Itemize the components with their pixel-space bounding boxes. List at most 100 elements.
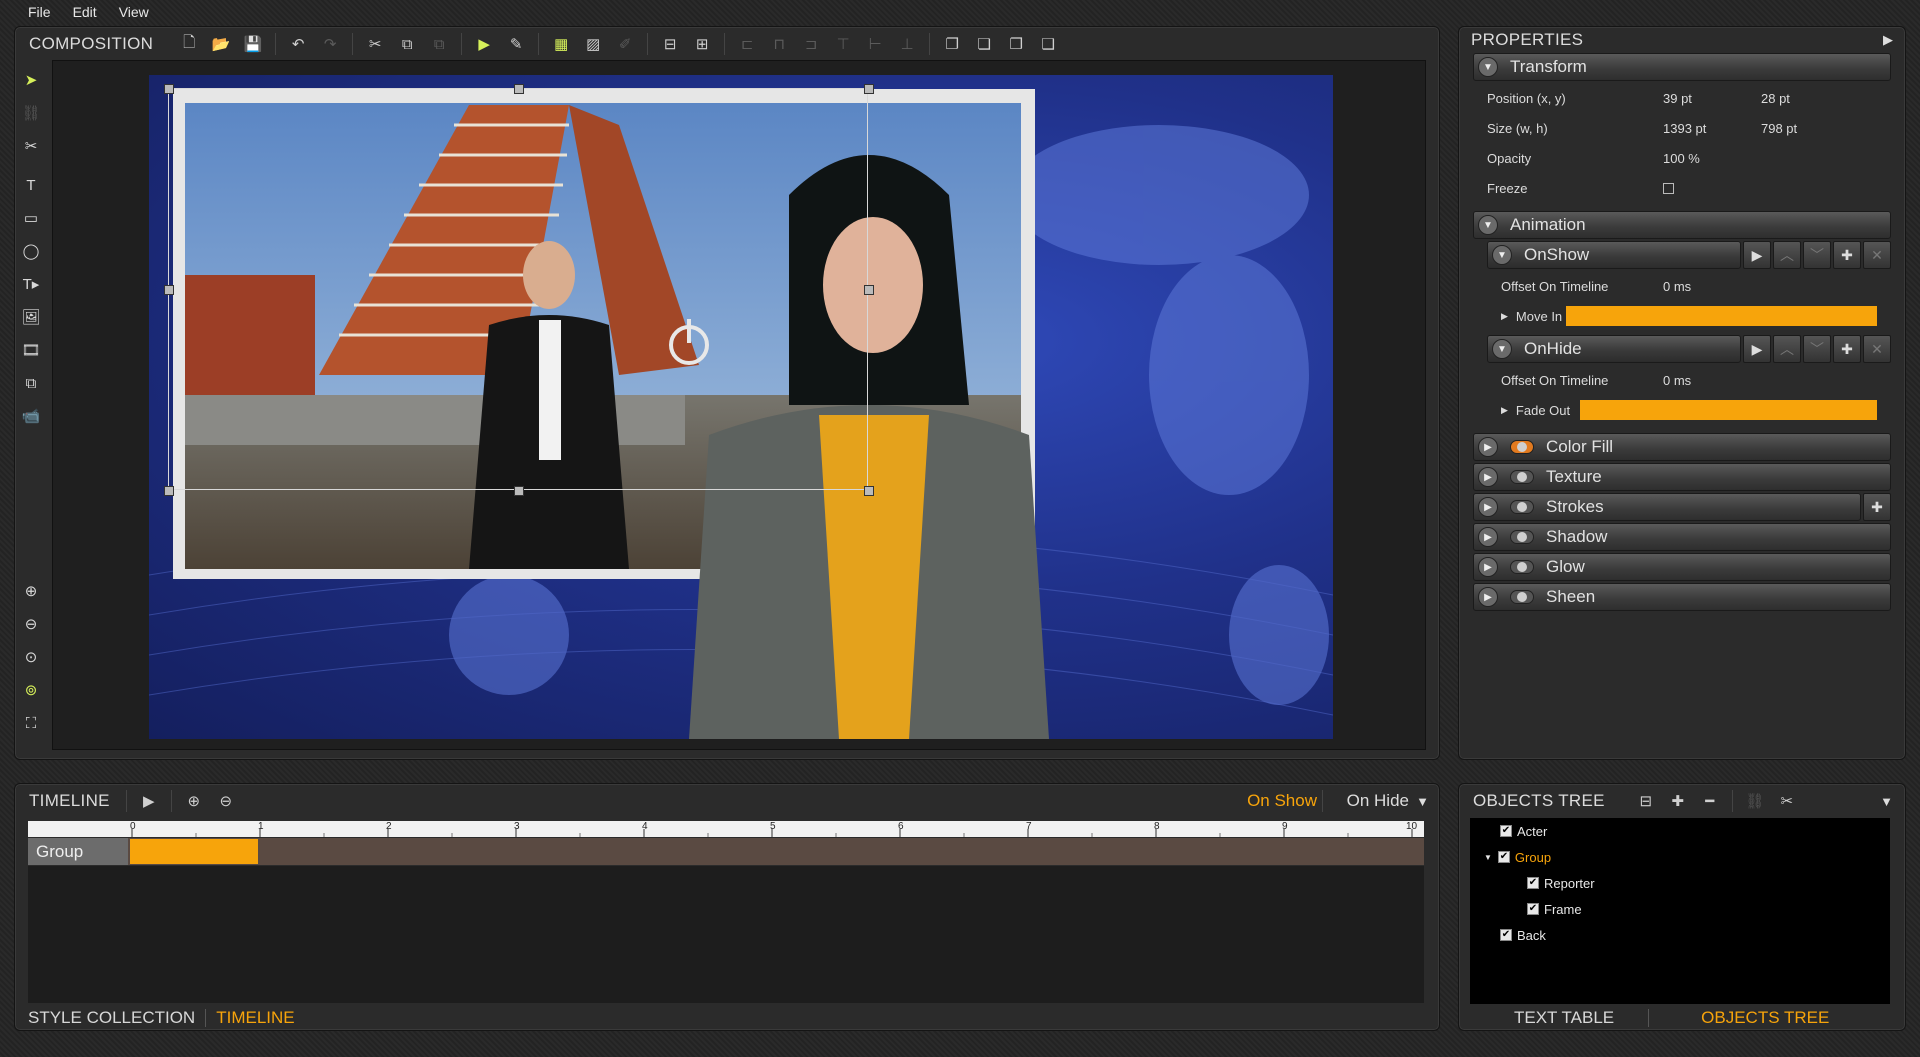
animation-section[interactable]: ▼ Animation <box>1473 211 1891 239</box>
style-collection-tab[interactable]: STYLE COLLECTION <box>28 1008 195 1028</box>
move-up-icon[interactable]: ︿ <box>1773 335 1801 363</box>
remove-icon[interactable]: ✕ <box>1863 335 1891 363</box>
link-icon[interactable]: ⛓ <box>1744 790 1766 812</box>
track-segment[interactable] <box>130 839 258 864</box>
pointer-icon[interactable]: ➤ <box>16 68 46 92</box>
send-backward-icon[interactable]: ❑ <box>1037 33 1059 55</box>
fade-out-bar[interactable] <box>1580 400 1877 420</box>
tree-item-frame[interactable]: ✔ Frame <box>1527 899 1582 919</box>
resize-handle-e[interactable] <box>864 285 874 295</box>
fit-icon[interactable]: ⊞ <box>691 33 713 55</box>
fit-screen-icon[interactable]: ⛶ <box>16 711 46 735</box>
move-in-row[interactable]: ▶ Move In <box>1473 301 1891 331</box>
visibility-checkbox[interactable]: ✔ <box>1527 877 1539 889</box>
move-down-icon[interactable]: ﹀ <box>1803 335 1831 363</box>
objects-tree-tab[interactable]: OBJECTS TREE <box>1701 1008 1829 1028</box>
visibility-checkbox[interactable]: ✔ <box>1500 825 1512 837</box>
toggle-icon[interactable] <box>1510 470 1534 484</box>
unlink-icon[interactable]: ✂ <box>1776 790 1798 812</box>
move-down-icon[interactable]: ﹀ <box>1803 241 1831 269</box>
copy-icon[interactable]: ⧉ <box>396 33 418 55</box>
visibility-checkbox[interactable]: ✔ <box>1497 851 1510 863</box>
add-icon[interactable]: ✚ <box>1833 241 1861 269</box>
cut-icon[interactable]: ✂ <box>364 33 386 55</box>
zoom-in-icon[interactable]: ⊕ <box>16 579 46 603</box>
canvas-viewport[interactable] <box>52 60 1426 750</box>
text-icon[interactable]: T <box>16 173 46 197</box>
toggle-icon[interactable] <box>1510 590 1534 604</box>
zoom-fit-icon[interactable]: ⊙ <box>16 645 46 669</box>
visibility-checkbox[interactable]: ✔ <box>1527 903 1539 915</box>
objects-tree[interactable]: ✔ Acter ▼ ✔ Group ✔ Reporter ✔ Frame ✔ B… <box>1470 818 1890 1004</box>
save-icon[interactable]: 💾 <box>242 33 264 55</box>
expand-icon[interactable]: ▼ <box>1484 853 1492 862</box>
zoom-out-icon[interactable]: ⊖ <box>16 612 46 636</box>
color-fill-section[interactable]: ▶ Color Fill <box>1473 433 1891 461</box>
freeze-checkbox[interactable] <box>1663 182 1674 194</box>
add-stroke-icon[interactable]: ✚ <box>1863 493 1891 521</box>
align-right-icon[interactable]: ⊐ <box>800 33 822 55</box>
resize-handle-sw[interactable] <box>164 486 174 496</box>
move-in-bar[interactable] <box>1566 306 1877 326</box>
bring-forward-icon[interactable]: ❒ <box>1005 33 1027 55</box>
fade-out-row[interactable]: ▶ Fade Out <box>1473 395 1891 425</box>
paste-icon[interactable]: ⧉ <box>428 33 450 55</box>
on-show-tab[interactable]: On Show <box>1247 791 1317 811</box>
shadow-section[interactable]: ▶ Shadow <box>1473 523 1891 551</box>
edit-icon[interactable]: ✎ <box>505 33 527 55</box>
toggle-icon[interactable] <box>1510 440 1534 454</box>
timeline-ruler[interactable]: 0 1 2 3 4 5 6 7 8 9 10 <box>28 821 1424 837</box>
add-icon[interactable]: ✚ <box>1833 335 1861 363</box>
zoom-in-icon[interactable]: ⊕ <box>183 790 205 812</box>
text-table-icon[interactable]: ⊟ <box>1635 790 1657 812</box>
menu-edit[interactable]: Edit <box>73 4 97 20</box>
add-icon[interactable]: ✚ <box>1667 790 1689 812</box>
align-top-icon[interactable]: ⊤ <box>832 33 854 55</box>
transform-section[interactable]: ▼ Transform <box>1473 53 1891 81</box>
on-hide-tab[interactable]: On Hide <box>1347 791 1409 811</box>
toggle-icon[interactable] <box>1510 560 1534 574</box>
scene-preview[interactable] <box>149 75 1333 739</box>
align-center-icon[interactable]: ⊓ <box>768 33 790 55</box>
text-table-tab[interactable]: TEXT TABLE <box>1514 1008 1614 1028</box>
position-x-field[interactable]: 39 pt <box>1663 91 1761 106</box>
menu-file[interactable]: File <box>28 4 51 20</box>
image-icon[interactable]: ▦ <box>550 33 572 55</box>
align-left-icon[interactable]: ⊏ <box>736 33 758 55</box>
undo-icon[interactable]: ↶ <box>287 33 309 55</box>
timeline-tab[interactable]: TIMELINE <box>216 1008 294 1028</box>
play-icon[interactable]: ▶ <box>138 790 160 812</box>
visibility-checkbox[interactable]: ✔ <box>1500 929 1512 941</box>
menu-view[interactable]: View <box>119 4 149 20</box>
open-icon[interactable]: 📂 <box>210 33 232 55</box>
play-icon[interactable]: ▶ <box>1743 335 1771 363</box>
fit-width-icon[interactable]: ⊟ <box>659 33 681 55</box>
link-icon[interactable]: ⛓ <box>16 101 46 125</box>
timeline-body[interactable] <box>28 866 1424 1003</box>
panel-collapse-icon[interactable]: ▶ <box>1883 32 1893 48</box>
tree-item-acter[interactable]: ✔ Acter <box>1500 821 1547 841</box>
play-icon[interactable]: ▶ <box>1743 241 1771 269</box>
dropdown-icon[interactable]: ▼ <box>1416 794 1429 809</box>
camera-icon[interactable]: 📹 <box>16 404 46 428</box>
zoom-actual-icon[interactable]: ⊚ <box>16 678 46 702</box>
resize-handle-ne[interactable] <box>864 84 874 94</box>
remove-icon[interactable]: ✕ <box>1863 241 1891 269</box>
resize-handle-nw[interactable] <box>164 84 174 94</box>
image-tool-icon[interactable]: 🖼 <box>16 305 46 329</box>
align-bottom-icon[interactable]: ⊥ <box>896 33 918 55</box>
size-w-field[interactable]: 1393 pt <box>1663 121 1761 136</box>
rectangle-icon[interactable]: ▭ <box>16 206 46 230</box>
onshow-toggle[interactable]: ▼ OnShow <box>1487 241 1741 269</box>
unlink-icon[interactable]: ✂ <box>16 134 46 158</box>
image-edit-icon[interactable]: ▨ <box>582 33 604 55</box>
send-back-icon[interactable]: ❏ <box>973 33 995 55</box>
position-y-field[interactable]: 28 pt <box>1761 91 1790 106</box>
clone-icon[interactable]: ⧉ <box>16 371 46 395</box>
tree-item-back[interactable]: ✔ Back <box>1500 925 1546 945</box>
bring-front-icon[interactable]: ❐ <box>941 33 963 55</box>
play-icon[interactable]: ▶ <box>473 33 495 55</box>
opacity-field[interactable]: 100 % <box>1663 151 1700 166</box>
onshow-offset-field[interactable]: 0 ms <box>1663 279 1691 294</box>
resize-handle-w[interactable] <box>164 285 174 295</box>
